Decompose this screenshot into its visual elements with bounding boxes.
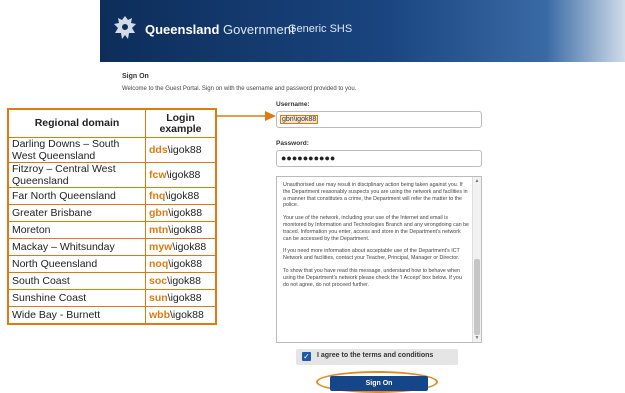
table-row: Mackay – Whitsunday myw\igok88 <box>7 238 217 256</box>
username-input[interactable]: gbn\igok88 <box>276 111 482 128</box>
table-row: Moreton mtn\igok88 <box>7 221 217 239</box>
region-cell: Fitzroy – Central West Queensland <box>7 162 146 188</box>
table-row: Darling Downs – South West Queensland dd… <box>7 137 217 163</box>
portal-name: Generic SHS <box>288 23 353 35</box>
login-cell: fnq\igok88 <box>145 187 217 205</box>
region-cell: Moreton <box>7 221 146 239</box>
login-cell: noq\igok88 <box>145 255 217 273</box>
password-input[interactable]: ●●●●●●●●●● <box>276 150 482 167</box>
region-cell: Darling Downs – South West Queensland <box>7 137 146 163</box>
scrollbar-thumb[interactable] <box>474 259 480 335</box>
terms-paragraph: If you need more information about accep… <box>283 248 460 262</box>
login-cell: fcw\igok88 <box>145 162 217 188</box>
login-prefix: mtn <box>149 224 169 236</box>
queensland-crest-icon <box>114 16 136 39</box>
region-cell: South Coast <box>7 272 146 290</box>
password-mask: ●●●●●●●●●● <box>281 153 336 163</box>
login-cell: myw\igok88 <box>145 238 217 256</box>
terms-paragraph: To show that you have read this message,… <box>283 267 462 288</box>
login-suffix: \igok88 <box>168 224 203 236</box>
brand-bold: Queensland <box>145 22 220 37</box>
agree-label: I agree to the terms and conditions <box>317 352 434 359</box>
login-prefix: fnq <box>149 190 166 202</box>
region-cell: Wide Bay - Burnett <box>7 306 146 325</box>
table-row: South Coast soc\igok88 <box>7 272 217 290</box>
login-suffix: \igok88 <box>168 207 203 219</box>
signon-button[interactable]: Sign On <box>330 376 428 391</box>
agree-row[interactable]: ✓ I agree to the terms and conditions <box>296 349 458 365</box>
arrow-right-icon <box>217 111 276 121</box>
region-cell: Greater Brisbane <box>7 204 146 222</box>
terms-paragraph: Unauthorised use may result in disciplin… <box>283 182 468 209</box>
password-label: Password: <box>276 140 309 147</box>
header-regional-domain: Regional domain <box>7 108 146 138</box>
login-prefix: gbn <box>149 207 169 219</box>
table-row: Far North Queensland fnq\igok88 <box>7 187 217 205</box>
scroll-down-icon[interactable]: ▼ <box>474 335 480 341</box>
login-prefix: noq <box>149 258 169 270</box>
login-cell: mtn\igok88 <box>145 221 217 239</box>
table-row: Sunshine Coast sun\igok88 <box>7 289 217 307</box>
login-cell: sun\igok88 <box>145 289 217 307</box>
table-row: Greater Brisbane gbn\igok88 <box>7 204 217 222</box>
username-value: gbn\igok88 <box>280 115 319 124</box>
login-cell: dds\igok88 <box>145 137 217 163</box>
table-row: North Queensland noq\igok88 <box>7 255 217 273</box>
terms-paragraph: Your use of the network, including your … <box>283 215 470 242</box>
login-suffix: \igok88 <box>165 190 200 202</box>
login-suffix: \igok88 <box>172 241 207 253</box>
terms-scrollbar[interactable]: ▲ ▼ <box>472 177 481 342</box>
login-prefix: fcw <box>149 169 167 181</box>
login-suffix: \igok88 <box>167 292 202 304</box>
table-header-row: Regional domain Login example <box>7 108 217 138</box>
login-prefix: wbb <box>149 309 170 321</box>
login-cell: wbb\igok88 <box>145 306 217 325</box>
region-cell: North Queensland <box>7 255 146 273</box>
page-title: Sign On <box>122 73 149 80</box>
terms-text: Unauthorised use may result in disciplin… <box>283 182 469 294</box>
brand-name: Queensland Government <box>145 22 295 37</box>
table-row: Wide Bay - Burnett wbb\igok88 <box>7 306 217 325</box>
login-suffix: \igok88 <box>168 258 203 270</box>
region-cell: Far North Queensland <box>7 187 146 205</box>
login-cell: gbn\igok88 <box>145 204 217 222</box>
login-suffix: \igok88 <box>166 169 201 181</box>
brand-light: Government <box>223 22 295 37</box>
region-cell: Mackay – Whitsunday <box>7 238 146 256</box>
terms-box[interactable]: Unauthorised use may result in disciplin… <box>276 176 482 343</box>
username-label: Username: <box>276 101 310 108</box>
login-cell: soc\igok88 <box>145 272 217 290</box>
login-suffix: \igok88 <box>167 275 201 287</box>
scroll-up-icon[interactable]: ▲ <box>474 178 480 184</box>
login-prefix: soc <box>149 275 168 287</box>
login-prefix: dds <box>149 144 168 156</box>
domain-table: Regional domain Login example Darling Do… <box>7 108 217 325</box>
login-suffix: \igok88 <box>167 144 202 156</box>
login-prefix: sun <box>149 292 168 304</box>
login-prefix: myw <box>149 241 173 253</box>
table-row: Fitzroy – Central West Queensland fcw\ig… <box>7 162 217 188</box>
header-login-example: Login example <box>145 108 217 138</box>
login-suffix: \igok88 <box>170 309 204 321</box>
welcome-text: Welcome to the Guest Portal. Sign on wit… <box>122 86 357 92</box>
checkbox-checked-icon[interactable]: ✓ <box>302 352 311 361</box>
region-cell: Sunshine Coast <box>7 289 146 307</box>
